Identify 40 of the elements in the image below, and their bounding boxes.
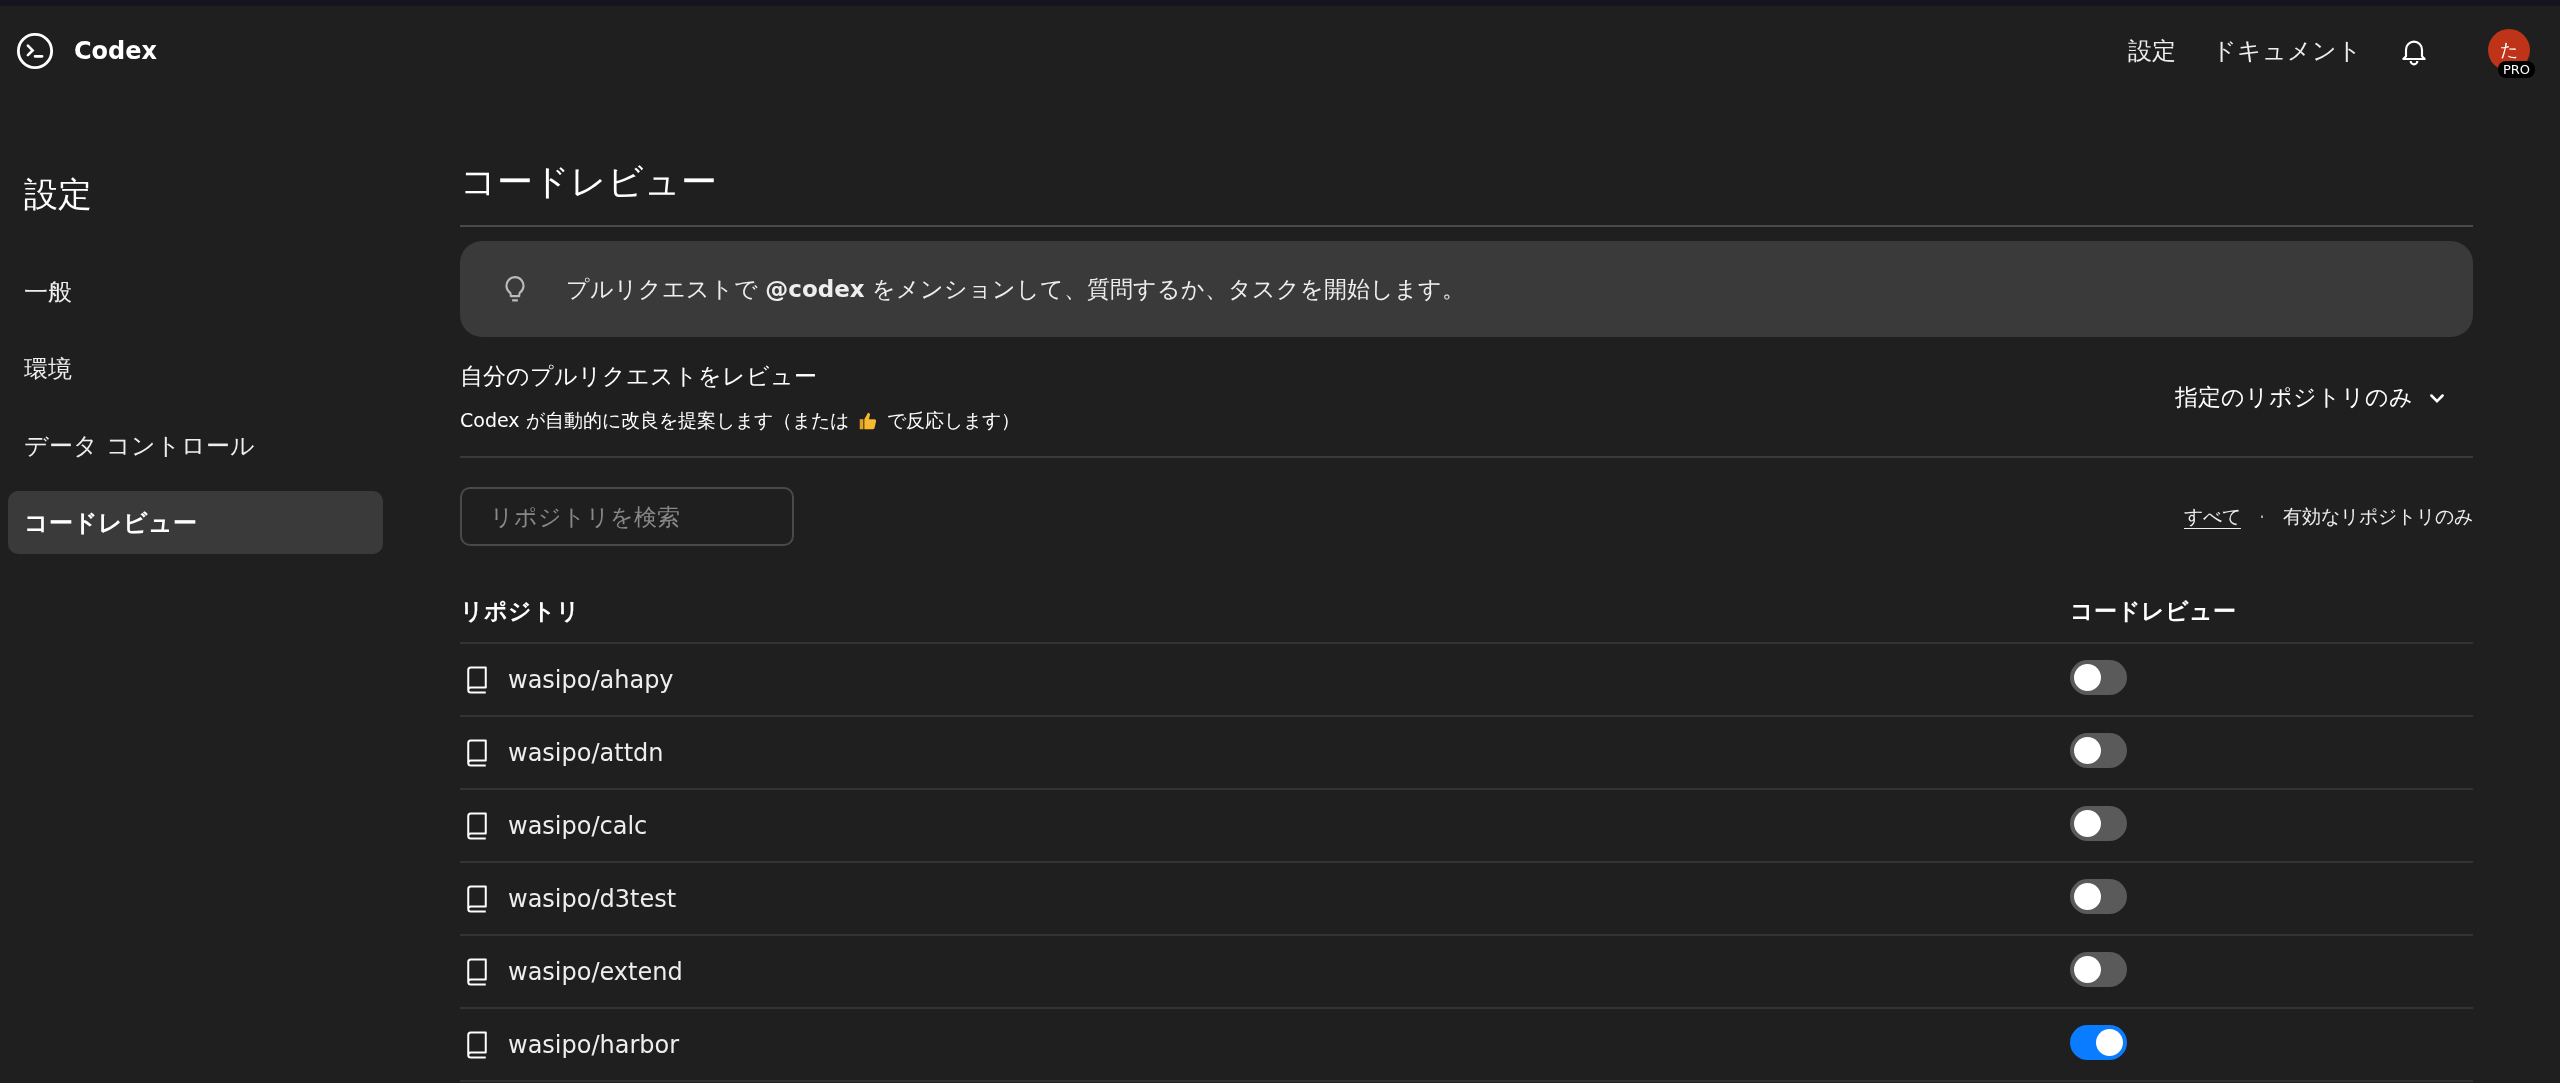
repository-name: wasipo/calc — [508, 811, 648, 840]
book-icon — [464, 883, 490, 914]
book-icon — [464, 664, 490, 695]
toggle-switch[interactable] — [2070, 952, 2127, 987]
book-icon — [464, 1029, 490, 1060]
filter-link[interactable]: すべて — [2183, 503, 2241, 530]
filter-link[interactable]: 有効なリポジトリのみ — [2283, 503, 2473, 530]
column-header: コードレビュー — [2070, 596, 2237, 626]
repository-name: wasipo/harbor — [508, 1030, 680, 1059]
nav-link[interactable]: 設定 — [2128, 35, 2176, 67]
sidebar-item[interactable]: データ コントロール — [8, 414, 383, 477]
repository-name: wasipo/ahapy — [508, 665, 674, 694]
section-description: Codex が自動的に改良を提案します（または — [460, 408, 849, 433]
toggle-switch[interactable] — [2070, 1025, 2127, 1060]
repository-name: wasipo/d3test — [508, 884, 677, 913]
column-header: リポジトリ — [460, 596, 581, 626]
book-icon — [464, 810, 490, 841]
banner-text: プルリクエストで @codex をメンションして、質問するか、タスクを開始します。 — [566, 274, 1465, 304]
sidebar-title: 設定 — [23, 173, 93, 216]
sidebar-item[interactable]: コードレビュー — [8, 491, 383, 554]
book-icon — [464, 956, 490, 987]
sidebar-item[interactable]: 環境 — [8, 337, 383, 400]
terminal-logo-icon — [16, 32, 54, 70]
search-field[interactable]: リポジトリを検索 — [460, 487, 794, 546]
repository-name: wasipo/extend — [508, 957, 683, 986]
sidebar-item[interactable]: 一般 — [8, 260, 383, 323]
toggle-switch[interactable] — [2070, 806, 2127, 841]
nav-link[interactable]: ドキュメント — [2212, 35, 2362, 67]
page-title: コードレビュー — [460, 158, 2473, 227]
separator-dot: · — [2258, 505, 2265, 528]
plan-badge: PRO — [2498, 61, 2536, 78]
toggle-switch[interactable] — [2070, 660, 2127, 695]
book-icon — [464, 737, 490, 768]
toggle-switch[interactable] — [2070, 733, 2127, 768]
section-description: で反応します） — [886, 408, 1020, 433]
section-title: 自分のプルリクエストをレビュー — [460, 362, 818, 391]
brand-name[interactable]: Codex — [74, 37, 158, 65]
toggle-switch[interactable] — [2070, 879, 2127, 914]
repository-name: wasipo/attdn — [508, 738, 664, 767]
repository-scope-dropdown[interactable]: 指定のリポジトリのみ — [2175, 382, 2473, 413]
